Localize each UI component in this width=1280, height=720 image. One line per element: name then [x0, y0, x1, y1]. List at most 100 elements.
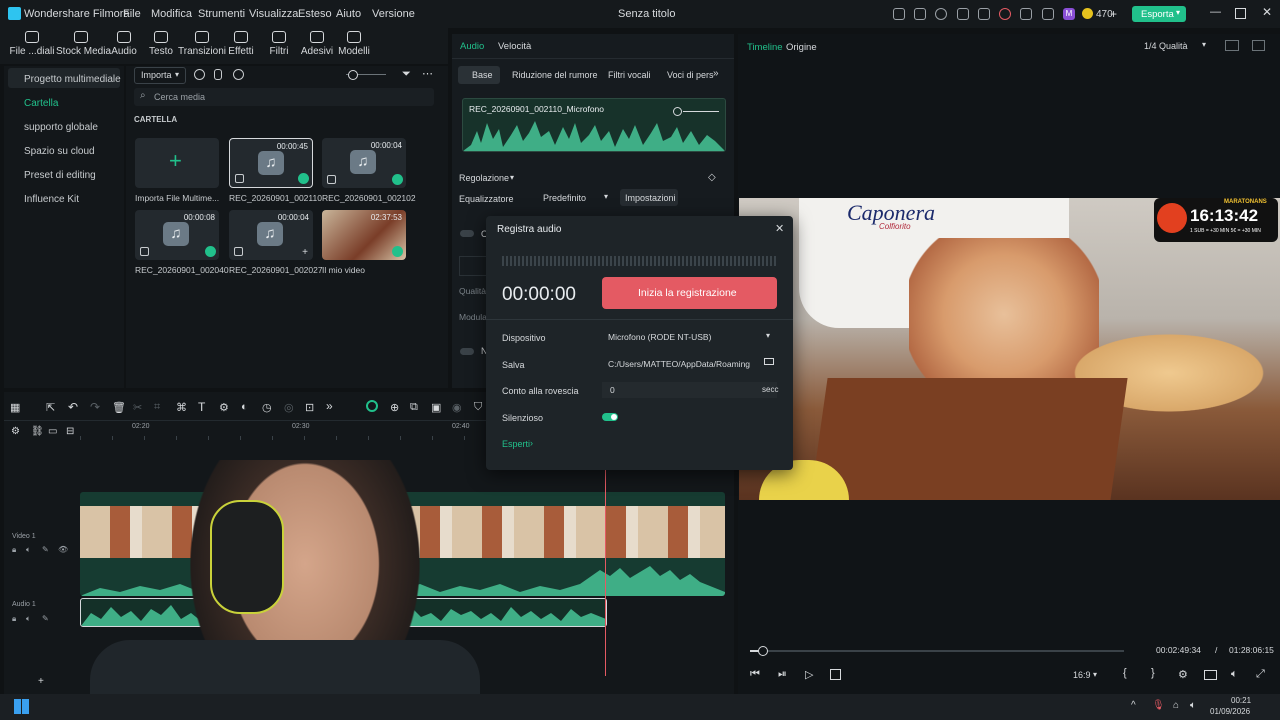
speaker-icon[interactable]: 🔈︎: [1190, 700, 1196, 711]
nav-influence-kit[interactable]: Influence Kit: [24, 194, 79, 205]
voice-icon[interactable]: [233, 69, 244, 80]
adjust-icon[interactable]: ⚙: [219, 401, 229, 414]
eye-icon[interactable]: 👁︎: [58, 545, 68, 554]
headset-icon[interactable]: [1020, 8, 1032, 20]
playhead[interactable]: [605, 470, 606, 676]
nav-folder[interactable]: Cartella: [24, 98, 58, 109]
chevron-down-icon[interactable]: ▾: [510, 173, 514, 182]
tab-speed[interactable]: Velocità: [498, 41, 531, 52]
quality-select[interactable]: 1/4 Qualità ▾: [1138, 37, 1212, 53]
layout-icon[interactable]: ▦: [10, 401, 20, 414]
import-dropdown[interactable]: Importa ▾: [134, 67, 186, 84]
tool-media-files[interactable]: File ...diali: [7, 31, 57, 57]
mark-out-icon[interactable]: }: [1151, 667, 1155, 679]
ratio-select[interactable]: 16:9 ▾: [1071, 669, 1101, 683]
lock-icon[interactable]: 🔒︎: [12, 614, 16, 624]
menu-visualizza[interactable]: Visualizza: [249, 8, 298, 20]
menu-esteso[interactable]: Esteso: [298, 8, 332, 20]
volume-knob[interactable]: [673, 107, 682, 116]
subtab-noise[interactable]: Riduzione del rumore: [512, 70, 598, 80]
crop-icon[interactable]: ⌗: [154, 401, 160, 414]
ai-tool-icon[interactable]: [366, 400, 378, 412]
cloud-icon[interactable]: [999, 8, 1011, 20]
snap-icon[interactable]: ⊕: [390, 401, 399, 414]
menu-versione[interactable]: Versione: [372, 8, 415, 20]
nav-presets[interactable]: Preset di editing: [24, 170, 96, 181]
marker-icon[interactable]: ⧉: [410, 401, 418, 414]
add-credits-icon[interactable]: +: [1110, 7, 1117, 21]
settings-button[interactable]: Impostazioni: [620, 189, 678, 206]
shield-icon[interactable]: ⛉: [474, 401, 482, 414]
minimize-icon[interactable]: —: [1210, 6, 1221, 18]
caption-icon[interactable]: ▭: [48, 426, 57, 437]
menu-strumenti[interactable]: Strumenti: [198, 8, 245, 20]
playback-progress[interactable]: [750, 650, 1124, 652]
import-media-tile[interactable]: +: [135, 138, 219, 188]
tray-chevron-icon[interactable]: ^: [1131, 700, 1136, 711]
mute-icon[interactable]: 🔈︎: [26, 614, 31, 624]
delete-icon[interactable]: 🗑︎: [112, 401, 126, 414]
step-back-icon[interactable]: ⏯: [778, 668, 787, 681]
tool-templates[interactable]: Modelli: [329, 31, 379, 57]
grid-icon[interactable]: [1042, 8, 1054, 20]
camera-icon[interactable]: [1204, 670, 1217, 680]
crop-zoom-icon[interactable]: ⊡: [305, 401, 314, 414]
microphone-icon[interactable]: [214, 69, 222, 80]
filter-icon[interactable]: ⏷: [402, 68, 411, 81]
split-icon[interactable]: ⌘: [176, 401, 187, 414]
keyframe-icon[interactable]: ◇: [708, 172, 716, 183]
text-tool-icon[interactable]: T: [198, 400, 205, 414]
expert-link[interactable]: Esperti: [502, 439, 530, 449]
nav-cloud[interactable]: Spazio su cloud: [24, 146, 95, 157]
hide-icon[interactable]: ✎: [42, 614, 49, 623]
image-icon[interactable]: ▣: [431, 401, 441, 414]
tab-timeline[interactable]: Timeline: [747, 42, 783, 53]
media-item-3[interactable]: 00:00:08 ♫: [135, 210, 219, 260]
media-item-5[interactable]: 02:37:53: [322, 210, 406, 260]
undo-icon[interactable]: ↶: [68, 400, 78, 414]
media-item-4[interactable]: 00:00:04 ♫ +: [229, 210, 313, 260]
menu-aiuto[interactable]: Aiuto: [336, 8, 361, 20]
send-icon[interactable]: [914, 8, 926, 20]
stop-icon[interactable]: [830, 669, 841, 680]
avatar[interactable]: M: [1063, 8, 1075, 20]
equalizer-select[interactable]: Predefinito ▾: [538, 189, 612, 206]
link-icon[interactable]: ⛓: [31, 426, 44, 437]
toggle-switch[interactable]: [460, 230, 474, 237]
nav-global-support[interactable]: supporto globale: [24, 122, 98, 133]
more-tools-icon[interactable]: »: [326, 399, 333, 413]
media-item-1[interactable]: 00:00:45 ♫: [229, 138, 313, 188]
settings-icon[interactable]: ⚙: [1178, 668, 1188, 681]
menu-file[interactable]: File: [123, 8, 141, 20]
play-icon[interactable]: ▷: [805, 668, 813, 681]
expand-icon[interactable]: ⤢: [1256, 668, 1265, 681]
monitor-icon[interactable]: [957, 8, 969, 20]
export-button[interactable]: Esporta ▾: [1132, 6, 1186, 22]
network-icon[interactable]: ⌂: [1173, 700, 1179, 711]
media-item-2[interactable]: 00:00:04 ♫: [322, 138, 406, 188]
subtab-voice-filters[interactable]: Filtri vocali: [608, 70, 651, 80]
playhead-handle[interactable]: [758, 646, 768, 656]
save-icon[interactable]: [978, 8, 990, 20]
volume-icon[interactable]: 🔈︎: [1231, 668, 1238, 681]
mute-icon[interactable]: 🔈︎: [26, 545, 31, 555]
add-track-icon[interactable]: +: [38, 676, 44, 687]
track-settings-icon[interactable]: ⚙: [11, 426, 20, 437]
redo-icon[interactable]: ↷: [90, 400, 100, 414]
lock-icon[interactable]: 🔒︎: [12, 545, 16, 555]
windows-start-icon[interactable]: [14, 699, 29, 714]
toggle-switch[interactable]: [460, 348, 474, 355]
save-path-field[interactable]: C:/Users/MATTEO/AppData/Roaming: [602, 355, 777, 372]
more-tabs-icon[interactable]: »: [713, 68, 719, 79]
device-select[interactable]: Microfono (RODE NT-USB) ▾: [602, 329, 777, 345]
mark-in-icon[interactable]: {: [1123, 667, 1127, 679]
menu-modifica[interactable]: Modifica: [151, 8, 192, 20]
nav-project-media[interactable]: Progetto multimediale: [24, 74, 121, 85]
speed-icon[interactable]: ◷: [262, 401, 272, 414]
color-icon[interactable]: ◐: [241, 401, 248, 413]
close-icon[interactable]: ✕: [1262, 5, 1272, 19]
tab-source[interactable]: Origine: [786, 42, 817, 53]
silent-toggle[interactable]: [602, 413, 618, 421]
countdown-input[interactable]: 0 secc: [602, 382, 778, 398]
snapshot-icon[interactable]: [1225, 40, 1239, 51]
